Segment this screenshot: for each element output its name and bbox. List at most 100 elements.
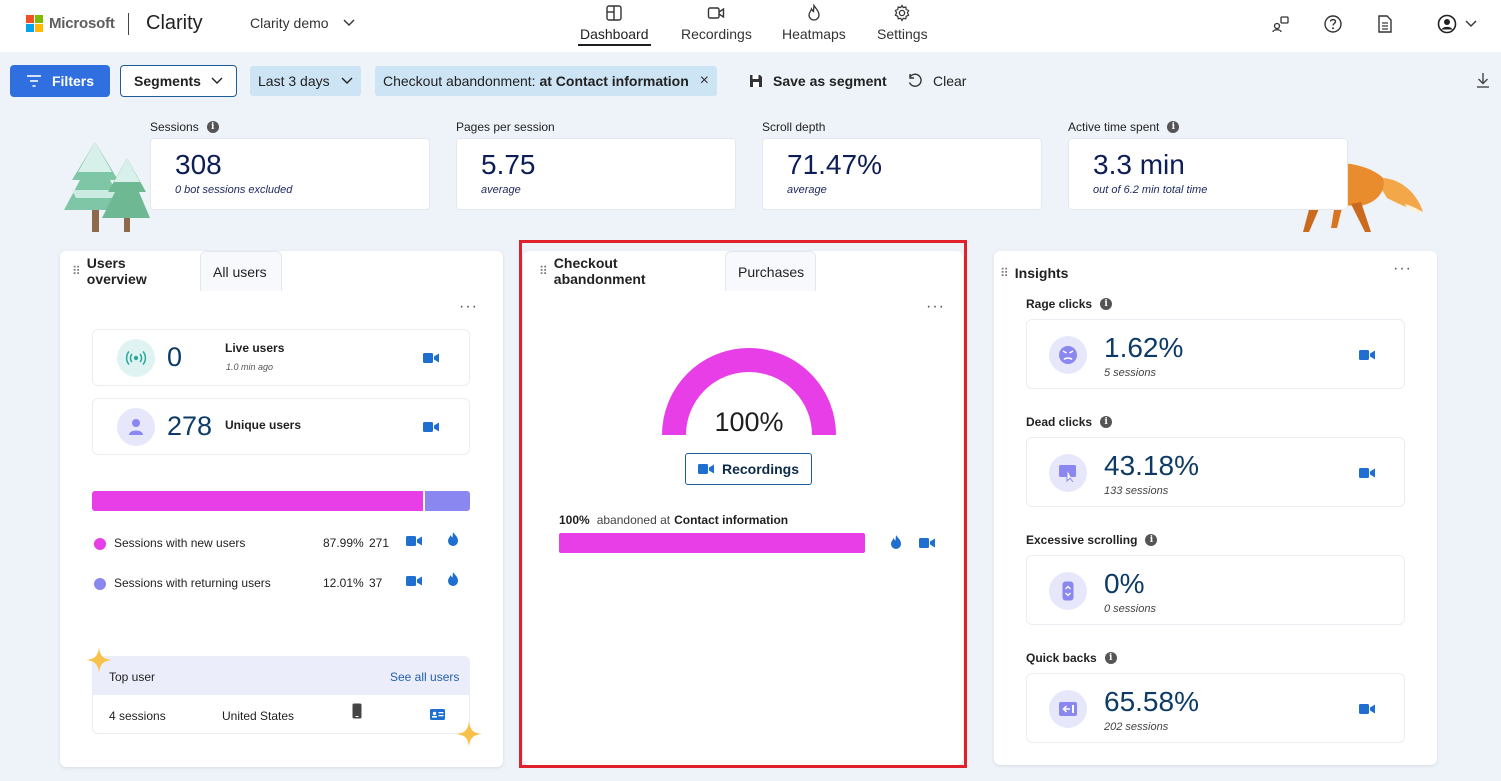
active-filter-chip[interactable]: Checkout abandonment: at Contact informa… [375, 66, 717, 96]
tab-label: All users [213, 263, 267, 280]
account-menu[interactable] [1437, 14, 1477, 34]
info-icon[interactable]: i [1100, 298, 1113, 310]
video-camera-icon[interactable] [1359, 467, 1375, 479]
highlight-frame [519, 240, 967, 768]
see-all-users-link[interactable]: See all users [390, 670, 459, 684]
metric-label-text: Sessions [150, 120, 199, 134]
insight-card-dead-clicks[interactable]: 43.18% 133 sessions [1026, 437, 1405, 507]
scroll-icon [1049, 572, 1087, 610]
legend-percent: 12.01% [323, 576, 364, 590]
quick-back-icon [1049, 690, 1087, 728]
company-name: Microsoft [49, 15, 115, 32]
person-icon [117, 408, 155, 446]
segments-label: Segments [134, 73, 201, 89]
info-icon[interactable]: i [206, 121, 219, 133]
download-icon[interactable] [1476, 72, 1490, 88]
top-user-country: United States [222, 709, 295, 723]
insight-card-quick-backs[interactable]: 65.58% 202 sessions [1026, 673, 1405, 743]
video-camera-icon[interactable] [1359, 349, 1375, 361]
top-user-title: Top user [109, 670, 156, 684]
nav-heatmaps[interactable]: Heatmaps [782, 4, 846, 42]
legend-count: 271 [369, 536, 390, 550]
live-icon [117, 339, 155, 377]
video-camera-icon[interactable] [1359, 703, 1375, 715]
date-range-label: Last 3 days [258, 73, 330, 89]
active-tab-indicator [578, 44, 651, 46]
nav-dashboard[interactable]: Dashboard [578, 4, 651, 46]
heatmap-flame-icon[interactable] [447, 571, 459, 587]
heatmap-flame-icon[interactable] [447, 531, 459, 547]
metric-value: 71.47% [787, 149, 882, 180]
product-name[interactable]: Clarity [146, 12, 203, 35]
metric-card-sessions: 308 0 bot sessions excluded [150, 138, 430, 210]
undo-icon [908, 73, 922, 87]
drag-handle-icon[interactable]: ⠿ [72, 264, 81, 278]
tab-users-overview[interactable]: ⠿ Users overview [60, 251, 195, 291]
info-icon[interactable]: i [1167, 121, 1180, 133]
insight-sessions: 202 sessions [1104, 721, 1169, 733]
info-icon[interactable]: i [1145, 534, 1158, 546]
insight-label-excessive-scrolling: Excessive scrolling i [1026, 533, 1158, 547]
chevron-down-icon [1465, 20, 1477, 27]
nav-recordings[interactable]: Recordings [681, 4, 752, 42]
save-as-segment-button[interactable]: Save as segment [749, 73, 887, 89]
live-users-card: 0 Live users 1.0 min ago [92, 329, 470, 386]
info-icon[interactable]: i [1100, 416, 1113, 428]
date-range-chip[interactable]: Last 3 days [250, 66, 361, 96]
project-selector[interactable]: Clarity demo [250, 15, 355, 31]
segments-dropdown[interactable]: Segments [120, 65, 237, 97]
help-icon[interactable] [1323, 14, 1343, 34]
insight-sessions: 5 sessions [1104, 367, 1156, 379]
dashboard-icon [606, 5, 622, 21]
metric-card-active-time: 3.3 min out of 6.2 min total time [1068, 138, 1348, 210]
tab-label: Users overview [86, 255, 147, 287]
insight-sessions: 133 sessions [1104, 485, 1169, 497]
user-avatar-icon [1437, 14, 1457, 34]
metric-subtext: 0 bot sessions excluded [175, 184, 293, 196]
clear-button[interactable]: Clear [907, 73, 966, 89]
document-icon[interactable] [1375, 14, 1395, 34]
returning-users-segment[interactable] [425, 491, 470, 511]
metric-label-text: Active time spent [1068, 120, 1160, 134]
new-users-segment[interactable] [92, 491, 423, 511]
chevron-down-icon [211, 77, 223, 84]
video-camera-icon[interactable] [406, 535, 422, 547]
angry-face-icon [1049, 336, 1087, 374]
insight-label-text: Quick backs [1026, 651, 1097, 665]
video-camera-icon[interactable] [406, 575, 422, 587]
save-icon [750, 75, 762, 87]
legend-label: Sessions with returning users [114, 576, 271, 590]
info-icon[interactable]: i [1104, 652, 1117, 664]
insight-value: 1.62% [1104, 332, 1184, 363]
more-options-icon[interactable]: ··· [1393, 260, 1412, 278]
filters-button[interactable]: Filters [10, 65, 110, 97]
insights-title: Insights [1014, 265, 1069, 281]
nav-settings[interactable]: Settings [877, 4, 928, 42]
share-users-icon[interactable] [1271, 14, 1291, 34]
video-camera-icon[interactable] [423, 352, 439, 364]
legend-percent: 87.99% [323, 536, 364, 550]
insight-label-text: Rage clicks [1026, 297, 1093, 311]
insight-label-quick-backs: Quick backs i [1026, 651, 1117, 665]
remove-filter-icon[interactable]: × [700, 72, 709, 90]
more-options-icon[interactable]: ··· [459, 298, 478, 316]
metric-label-scroll-depth: Scroll depth [762, 120, 825, 134]
live-users-label: Live users [225, 341, 285, 355]
tab-all-users[interactable]: All users [200, 251, 282, 291]
unique-users-label: Unique users [225, 418, 302, 432]
legend-count: 37 [369, 576, 383, 590]
metric-label-pages-per-session: Pages per session [456, 120, 555, 134]
live-users-updated: 1.0 min ago [226, 362, 274, 372]
video-camera-icon[interactable] [423, 421, 439, 433]
metric-card-pages-per-session: 5.75 average [456, 138, 736, 210]
metric-value: 5.75 [481, 149, 536, 180]
metric-subtext: out of 6.2 min total time [1093, 184, 1208, 196]
chevron-down-icon [343, 19, 355, 26]
insight-label-text: Dead clicks [1026, 415, 1093, 429]
insight-label-dead-clicks: Dead clicks i [1026, 415, 1113, 429]
insight-card-rage-clicks[interactable]: 1.62% 5 sessions [1026, 319, 1405, 389]
insight-value: 65.58% [1104, 686, 1199, 717]
drag-handle-icon[interactable]: ⠿ [1000, 266, 1009, 280]
mobile-device-icon [352, 703, 362, 719]
id-card-icon[interactable] [430, 709, 445, 720]
